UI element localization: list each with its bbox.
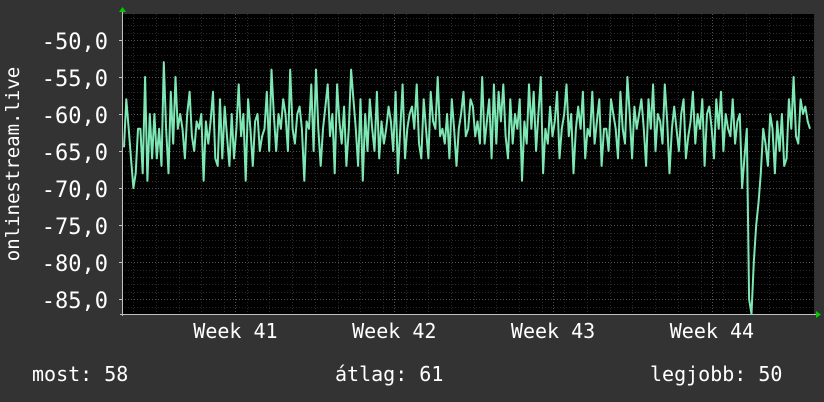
x-axis-arrow-icon (816, 311, 821, 318)
chart-container: -50,0 -55,0 -60,0 -65,0 -70,0 -75,0 -80,0 -85,0… (0, 0, 824, 402)
y-axis-arrow-icon (119, 7, 126, 12)
best-value: legjobb: 50 (650, 362, 783, 386)
y-axis: -50,0 -55,0 -60,0 -65,0 -70,0 -75,0 -80,0 -85,0 (42, 8, 123, 316)
line-chart: -50,0 -55,0 -60,0 -65,0 -70,0 -75,0 -80,0 -85,0… (2, 7, 821, 343)
x-tick-label: Week 41 (193, 319, 277, 343)
current-value: most: 58 (32, 362, 129, 386)
y-tick-label: -50,0 (42, 30, 108, 55)
x-tick-label: Week 44 (670, 319, 754, 343)
y-tick-label: -75,0 (42, 215, 108, 240)
y-tick-label: -85,0 (42, 289, 108, 314)
x-tick-label: Week 43 (511, 319, 595, 343)
y-tick-label: -60,0 (42, 104, 108, 129)
plot-area (122, 14, 814, 314)
y-axis-label: onlinestream.live (2, 67, 24, 261)
y-tick-label: -80,0 (42, 252, 108, 277)
y-tick-label: -55,0 (42, 67, 108, 92)
y-tick-label: -70,0 (42, 178, 108, 203)
y-tick-label: -65,0 (42, 141, 108, 166)
average-value: átlag: 61 (335, 362, 444, 386)
x-axis: Week 41 Week 42 Week 43 Week 44 (120, 314, 818, 343)
x-tick-label: Week 42 (352, 319, 436, 343)
